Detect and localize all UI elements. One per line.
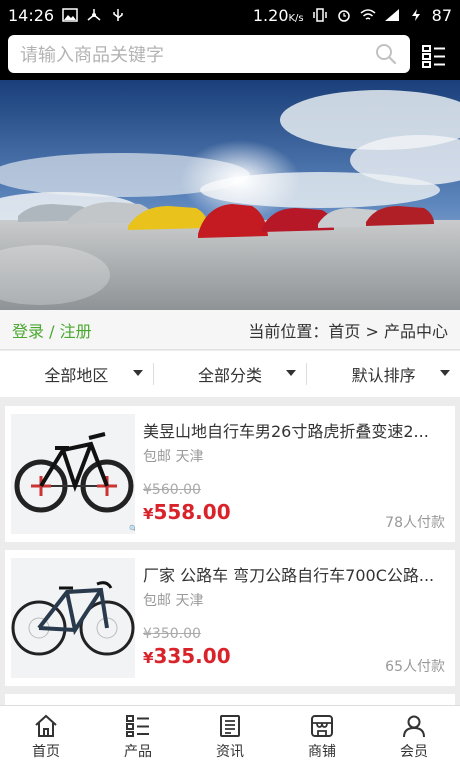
top-bar: 请输入商品关键字 — [0, 30, 460, 80]
product-price: ¥558.00 — [143, 500, 231, 524]
product-price: ¥335.00 — [143, 644, 231, 668]
login-link[interactable]: 登录 — [12, 322, 44, 341]
nav-products-label: 产品 — [124, 743, 152, 760]
nav-member[interactable]: 会员 — [368, 706, 460, 768]
bottom-nav: 首页 产品 资讯 商铺 会员 — [0, 705, 460, 768]
nav-products[interactable]: 产品 — [92, 706, 184, 768]
search-input[interactable]: 请输入商品关键字 — [8, 35, 410, 73]
caret-down-icon — [286, 370, 297, 376]
status-bar: 14:26 1.20K/s 87 — [0, 0, 460, 30]
register-link[interactable]: 注册 — [60, 322, 92, 341]
search-icon[interactable] — [374, 42, 398, 66]
product-original-price: ¥350.00 — [143, 626, 201, 642]
auth-links: 登录 / 注册 — [12, 318, 92, 342]
nav-news-label: 资讯 — [216, 743, 244, 760]
nav-news[interactable]: 资讯 — [184, 706, 276, 768]
menu-icon[interactable] — [418, 40, 450, 72]
news-icon — [220, 714, 240, 737]
caret-down-icon — [440, 370, 451, 376]
share-icon — [87, 9, 101, 21]
nav-home[interactable]: 首页 — [0, 706, 92, 768]
list-icon — [126, 714, 149, 737]
product-card[interactable]: 厂家 公路车 弯刀公路自行车700C公路... 包邮 天津 ¥350.00 ¥3… — [5, 550, 455, 686]
store-icon — [311, 714, 333, 737]
product-original-price: ¥560.00 — [143, 482, 201, 498]
product-title: 厂家 公路车 弯刀公路自行车700C公路... — [143, 566, 435, 585]
vibrate-icon — [312, 8, 327, 22]
status-time: 14:26 — [8, 5, 55, 25]
filter-region-label: 全部地区 — [44, 366, 109, 385]
nav-stores[interactable]: 商铺 — [276, 706, 368, 768]
product-shipping-location: 包邮 天津 — [143, 593, 204, 609]
currency-symbol: ¥ — [143, 505, 154, 523]
alarm-icon — [337, 10, 350, 22]
breadcrumb: 当前位置：首页 > 产品中心 — [248, 318, 448, 342]
caret-down-icon — [132, 370, 143, 376]
filter-region[interactable]: 全部地区 — [0, 362, 153, 386]
product-title: 美昱山地自行车男26寸路虎折叠变速2... — [143, 422, 429, 441]
nav-member-label: 会员 — [400, 743, 428, 760]
banner-image — [0, 80, 460, 310]
currency-symbol: ¥ — [143, 649, 154, 667]
breadcrumb-prefix: 当前位置： — [248, 321, 329, 341]
charging-icon — [411, 9, 420, 21]
image-icon — [62, 8, 78, 22]
svg-text:🔍: 🔍 — [129, 524, 135, 533]
filter-sort-label: 默认排序 — [351, 366, 416, 385]
hero-banner[interactable] — [0, 80, 460, 310]
price-value: 335.00 — [153, 644, 231, 668]
battery-level: 87 — [431, 5, 452, 25]
nav-home-label: 首页 — [32, 743, 60, 760]
product-image — [11, 558, 135, 678]
wifi-icon — [360, 9, 376, 20]
breadcrumb-current: 产品中心 — [383, 321, 448, 341]
price-value: 558.00 — [153, 500, 231, 524]
product-card[interactable]: 🔍 美昱山地自行车男26寸路虎折叠变速2... 包邮 天津 ¥560.00 ¥5… — [5, 406, 455, 542]
nav-stores-label: 商铺 — [308, 743, 336, 760]
signal-icon — [384, 9, 399, 21]
product-sales-count: 65人付款 — [385, 659, 445, 675]
home-icon — [35, 714, 57, 737]
user-icon — [403, 715, 425, 737]
product-shipping-location: 包邮 天津 — [143, 449, 204, 465]
filter-sort[interactable]: 默认排序 — [307, 362, 460, 386]
filter-category-label: 全部分类 — [198, 366, 263, 385]
filter-bar: 全部地区 全部分类 默认排序 — [0, 351, 460, 397]
auth-separator: / — [44, 321, 60, 341]
search-placeholder: 请输入商品关键字 — [20, 45, 164, 66]
usb-icon — [113, 9, 123, 21]
breadcrumb-home[interactable]: 首页 — [328, 322, 360, 341]
product-image: 🔍 — [11, 414, 135, 534]
breadcrumb-arrow: > — [360, 321, 384, 341]
network-speed: 1.20K/s — [252, 5, 304, 25]
filter-category[interactable]: 全部分类 — [154, 362, 307, 386]
auth-breadcrumb-row: 登录 / 注册 当前位置：首页 > 产品中心 — [0, 310, 460, 350]
product-sales-count: 78人付款 — [385, 515, 445, 531]
